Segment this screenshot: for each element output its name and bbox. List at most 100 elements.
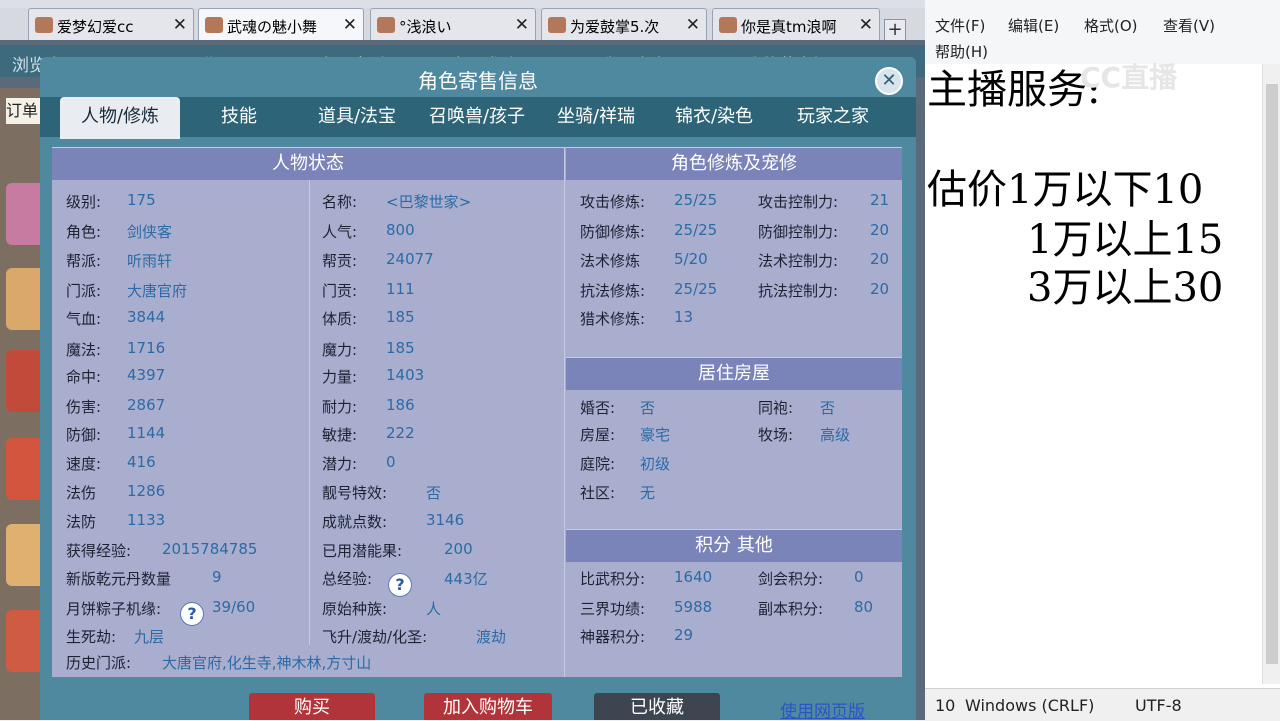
points-value: 1640 bbox=[674, 568, 713, 586]
column-divider bbox=[309, 180, 310, 645]
tab-pets[interactable]: 召唤兽/孩子 bbox=[416, 97, 538, 137]
scrollbar-thumb[interactable] bbox=[1266, 84, 1278, 664]
stat-label: 命中: bbox=[66, 368, 102, 386]
close-icon[interactable]: ✕ bbox=[515, 15, 529, 35]
stat-value: 175 bbox=[127, 191, 156, 209]
stat-label: 飞升/渡劫/化圣: bbox=[322, 628, 428, 646]
menu-file[interactable]: 文件(F) bbox=[935, 15, 985, 36]
buy-button[interactable]: 购买 bbox=[249, 693, 375, 720]
browser-tab-2[interactable]: 武魂の魅小舞 ✕ bbox=[198, 8, 364, 40]
stat-label: 魔法: bbox=[66, 341, 102, 359]
section-header-housing: 居住房屋 bbox=[566, 357, 902, 390]
points-label: 三界功绩: bbox=[580, 600, 646, 618]
cultivation-value: 13 bbox=[674, 308, 694, 326]
stat-value: 800 bbox=[386, 221, 415, 239]
points-label: 副本积分: bbox=[758, 600, 824, 618]
stat-value: 听雨轩 bbox=[127, 252, 173, 270]
tab-home[interactable]: 玩家之家 bbox=[774, 97, 892, 137]
tab-costume[interactable]: 锦衣/染色 bbox=[654, 97, 774, 137]
menu-view[interactable]: 查看(V) bbox=[1163, 15, 1215, 36]
cultivation-label: 攻击修炼: bbox=[580, 193, 646, 211]
browser-tab-5[interactable]: 你是真tm浪啊 ✕ bbox=[712, 8, 880, 40]
points-value: 5988 bbox=[674, 598, 713, 616]
housing-value: 豪宅 bbox=[640, 426, 671, 444]
stat-label: 月饼粽子机缘: bbox=[66, 600, 162, 618]
stat-label: 门派: bbox=[66, 282, 102, 300]
housing-label: 同袍: bbox=[758, 399, 794, 417]
housing-label: 婚否: bbox=[580, 399, 616, 417]
collected-button[interactable]: 已收藏 bbox=[594, 693, 720, 720]
stat-value: 2015784785 bbox=[162, 540, 258, 558]
cultivation-label: 法术修炼 bbox=[580, 252, 641, 270]
menu-edit[interactable]: 编辑(E) bbox=[1008, 15, 1059, 36]
avatar[interactable] bbox=[6, 350, 40, 412]
avatar[interactable] bbox=[6, 438, 40, 500]
close-icon[interactable]: ✕ bbox=[875, 67, 903, 95]
stat-value: 1144 bbox=[127, 424, 166, 442]
avatar-icon bbox=[719, 17, 737, 33]
cultivation-label: 防御修炼: bbox=[580, 223, 646, 241]
stat-value: 186 bbox=[386, 396, 415, 414]
stat-label: 体质: bbox=[322, 310, 358, 328]
stat-value: 185 bbox=[386, 339, 415, 357]
housing-value: 否 bbox=[640, 399, 656, 417]
text-line: 估价1万以下10 bbox=[927, 167, 1204, 213]
tab-mounts[interactable]: 坐骑/祥瑞 bbox=[538, 97, 654, 137]
points-value: 29 bbox=[674, 626, 694, 644]
cultivation-value: 20 bbox=[870, 250, 890, 268]
avatar-icon bbox=[205, 17, 223, 33]
menu-format[interactable]: 格式(O) bbox=[1084, 15, 1138, 36]
cultivation-label: 法术控制力: bbox=[758, 252, 839, 270]
stat-value: 200 bbox=[444, 540, 473, 558]
help-icon[interactable]: ? bbox=[388, 573, 412, 597]
role-sale-dialog: 角色寄售信息 ✕ 人物/修炼 技能 道具/法宝 召唤兽/孩子 坐骑/祥瑞 锦衣/… bbox=[40, 57, 916, 720]
points-value: 0 bbox=[854, 568, 864, 586]
cultivation-value: 25/25 bbox=[674, 280, 718, 298]
cultivation-value: 25/25 bbox=[674, 221, 718, 239]
browser-tab-1[interactable]: 爱梦幻爱cc ✕ bbox=[28, 8, 194, 40]
cultivation-value: 20 bbox=[870, 221, 890, 239]
avatar[interactable] bbox=[6, 524, 40, 586]
tab-skills[interactable]: 技能 bbox=[180, 97, 298, 137]
stat-label: 气血: bbox=[66, 310, 102, 328]
stat-label: 总经验: bbox=[322, 570, 373, 588]
menu-help[interactable]: 帮助(H) bbox=[935, 41, 988, 62]
close-icon[interactable]: ✕ bbox=[686, 15, 700, 35]
avatar[interactable] bbox=[6, 183, 40, 245]
scrollbar[interactable] bbox=[1262, 64, 1280, 684]
avatar-icon bbox=[377, 17, 395, 33]
add-cart-button[interactable]: 加入购物车 bbox=[424, 693, 552, 720]
browser-tab-3[interactable]: °浅浪い ✕ bbox=[370, 8, 536, 40]
close-icon[interactable]: ✕ bbox=[173, 15, 187, 35]
housing-label: 牧场: bbox=[758, 426, 794, 444]
close-icon[interactable]: ✕ bbox=[859, 15, 873, 35]
stat-label: 角色: bbox=[66, 223, 102, 241]
stat-value: 否 bbox=[426, 484, 442, 502]
stat-label: 已用潜能果: bbox=[322, 542, 403, 560]
notepad-status-bar: 10 Windows (CRLF) UTF-8 bbox=[925, 688, 1280, 721]
stat-label: 成就点数: bbox=[322, 513, 388, 531]
avatar[interactable] bbox=[6, 610, 40, 672]
stat-label: 门贡: bbox=[322, 282, 358, 300]
browser-tab-4[interactable]: 为爱鼓掌5.次 ✕ bbox=[541, 8, 707, 40]
tab-items[interactable]: 道具/法宝 bbox=[298, 97, 416, 137]
stat-label: 耐力: bbox=[322, 398, 358, 416]
stat-label: 魔力: bbox=[322, 341, 358, 359]
stat-value: 9 bbox=[212, 568, 222, 586]
stat-value: 24077 bbox=[386, 250, 434, 268]
help-icon[interactable]: ? bbox=[180, 602, 204, 626]
avatar[interactable] bbox=[6, 268, 40, 330]
stat-value: 九层 bbox=[134, 628, 165, 646]
tab-character[interactable]: 人物/修炼 bbox=[60, 97, 180, 139]
stat-label: 级别: bbox=[66, 193, 102, 211]
stat-label: 人气: bbox=[322, 223, 358, 241]
web-version-link[interactable]: 使用网页版 bbox=[780, 697, 865, 720]
stat-value: 1286 bbox=[127, 482, 166, 500]
points-value: 80 bbox=[854, 598, 874, 616]
avatar-icon bbox=[548, 17, 566, 33]
stat-value: 443亿 bbox=[444, 570, 488, 588]
close-icon[interactable]: ✕ bbox=[343, 15, 357, 35]
text-line: 主播服务: bbox=[927, 67, 1101, 113]
new-tab-button[interactable]: + bbox=[884, 19, 906, 41]
points-label: 剑会积分: bbox=[758, 570, 824, 588]
